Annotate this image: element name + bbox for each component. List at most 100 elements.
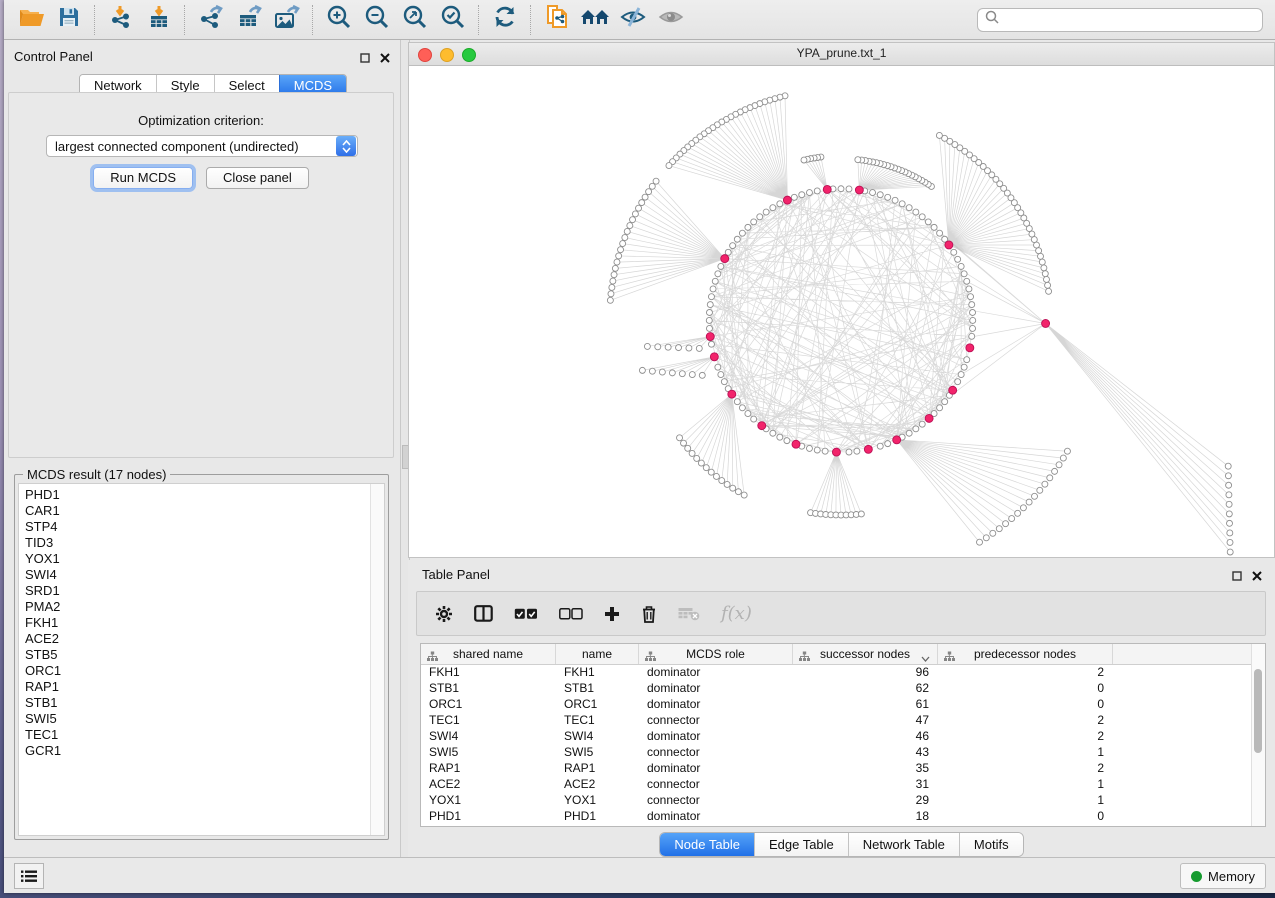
network-node[interactable] (608, 291, 614, 297)
network-node[interactable] (854, 448, 860, 454)
network-node[interactable] (676, 345, 682, 351)
network-node[interactable] (624, 228, 630, 234)
network-node[interactable] (906, 205, 912, 211)
network-node[interactable] (719, 478, 725, 484)
network-node[interactable] (801, 157, 807, 163)
mcds-result-node[interactable]: ORC1 (25, 663, 61, 679)
network-node[interactable] (925, 219, 931, 225)
network-node[interactable] (846, 449, 852, 455)
mcds-result-node[interactable]: STP4 (25, 519, 61, 535)
column-header-shared-name[interactable]: shared name (421, 644, 556, 664)
mcds-result-node[interactable]: YOX1 (25, 551, 61, 567)
import-network-button[interactable] (102, 3, 140, 37)
network-node[interactable] (958, 372, 964, 378)
column-header-MCDS-role[interactable]: MCDS role (639, 644, 793, 664)
hide-selected-button[interactable] (614, 3, 652, 37)
network-node[interactable] (1056, 462, 1062, 468)
network-node[interactable] (913, 426, 919, 432)
network-node[interactable] (983, 535, 989, 541)
network-node[interactable] (721, 379, 727, 385)
network-node[interactable] (961, 364, 967, 370)
network-node[interactable] (706, 317, 712, 323)
network-node[interactable] (1042, 271, 1048, 277)
mcds-hub-node[interactable] (1042, 319, 1050, 327)
mcds-result-node[interactable]: ACE2 (25, 631, 61, 647)
network-node[interactable] (977, 539, 983, 545)
table-row-SWI5[interactable]: SWI5SWI5connector431 (421, 744, 1252, 760)
table-row-RAP1[interactable]: RAP1RAP1dominator352 (421, 760, 1252, 776)
network-node[interactable] (906, 430, 912, 436)
network-node[interactable] (814, 447, 820, 453)
table-row-SWI4[interactable]: SWI4SWI4dominator462 (421, 728, 1252, 744)
mcds-result-node[interactable]: SWI5 (25, 711, 61, 727)
network-node[interactable] (1036, 248, 1042, 254)
network-node[interactable] (642, 194, 648, 200)
network-node[interactable] (689, 372, 695, 378)
network-node[interactable] (694, 455, 700, 461)
network-node[interactable] (919, 421, 925, 427)
network-node[interactable] (666, 163, 672, 169)
network-node[interactable] (708, 469, 714, 475)
mcds-hub-node[interactable] (893, 436, 901, 444)
network-node[interactable] (649, 368, 655, 374)
network-node[interactable] (1225, 473, 1231, 479)
save-session-button[interactable] (50, 3, 88, 37)
network-node[interactable] (735, 489, 741, 495)
table-row-FKH1[interactable]: FKH1FKH1dominator962 (421, 664, 1252, 680)
run-mcds-button[interactable]: Run MCDS (93, 167, 193, 189)
network-node[interactable] (627, 223, 633, 229)
network-window-titlebar[interactable]: YPA_prune.txt_1 (409, 43, 1274, 66)
mcds-result-node[interactable]: CAR1 (25, 503, 61, 519)
network-node[interactable] (822, 448, 828, 454)
add-column-button[interactable] (604, 606, 620, 622)
network-node[interactable] (970, 325, 976, 331)
network-node[interactable] (622, 235, 628, 241)
network-node[interactable] (951, 249, 957, 255)
mcds-hub-node[interactable] (864, 445, 872, 453)
network-node[interactable] (636, 205, 642, 211)
network-node[interactable] (1032, 493, 1038, 499)
network-node[interactable] (1042, 481, 1048, 487)
table-scrollbar-thumb[interactable] (1254, 669, 1262, 753)
table-row-YOX1[interactable]: YOX1YOX1connector291 (421, 792, 1252, 808)
delete-table-button[interactable] (678, 607, 700, 621)
network-node[interactable] (1226, 501, 1232, 507)
network-node[interactable] (990, 530, 996, 536)
network-node[interactable] (632, 211, 638, 217)
network-node[interactable] (970, 310, 976, 316)
network-node[interactable] (961, 271, 967, 277)
network-node[interactable] (730, 485, 736, 491)
mcds-hub-node[interactable] (823, 185, 831, 193)
criterion-dropdown[interactable]: largest connected component (undirected) (46, 135, 358, 157)
network-node[interactable] (706, 310, 712, 316)
network-node[interactable] (1003, 521, 1009, 527)
network-node[interactable] (665, 344, 671, 350)
network-node[interactable] (763, 209, 769, 215)
mcds-hub-node[interactable] (832, 448, 840, 456)
network-node[interactable] (936, 132, 942, 138)
network-node[interactable] (751, 219, 757, 225)
network-node[interactable] (609, 284, 615, 290)
network-node[interactable] (644, 343, 650, 349)
network-node[interactable] (885, 441, 891, 447)
open-file-button[interactable] (12, 3, 50, 37)
network-node[interactable] (877, 443, 883, 449)
mcds-hub-node[interactable] (758, 422, 766, 430)
network-node[interactable] (969, 302, 975, 308)
network-node[interactable] (1037, 487, 1043, 493)
network-node[interactable] (937, 405, 943, 411)
network-node[interactable] (955, 379, 961, 385)
network-node[interactable] (892, 197, 898, 203)
mcds-result-node[interactable]: GCR1 (25, 743, 61, 759)
mcds-hub-node[interactable] (721, 255, 729, 263)
network-node[interactable] (913, 209, 919, 215)
network-node[interactable] (699, 372, 705, 378)
network-node[interactable] (669, 370, 675, 376)
network-node[interactable] (715, 271, 721, 277)
network-node[interactable] (639, 200, 645, 206)
mcds-hub-node[interactable] (792, 440, 800, 448)
network-node[interactable] (685, 445, 691, 451)
network-node[interactable] (968, 294, 974, 300)
select-all-rows-button[interactable] (514, 608, 538, 620)
task-history-button[interactable] (14, 863, 44, 889)
